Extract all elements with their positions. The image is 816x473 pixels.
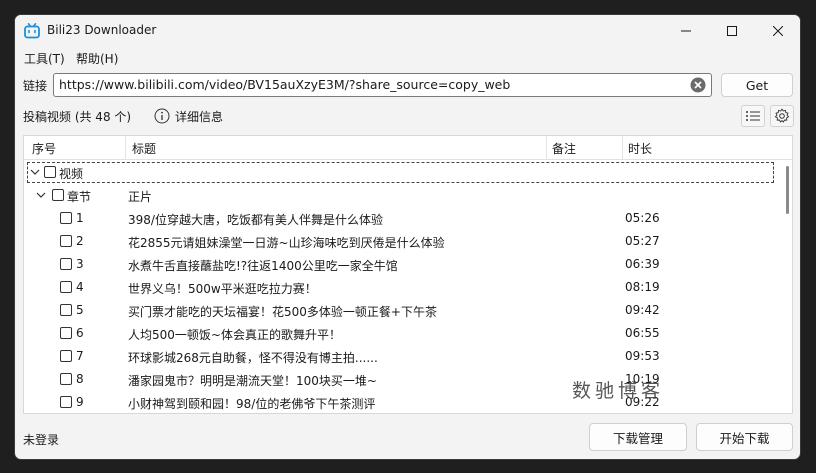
checkbox[interactable] [60,281,72,293]
row-duration: 09:42 [625,303,660,317]
row-index: 9 [76,395,84,409]
clear-icon[interactable] [690,77,706,93]
row-index: 5 [76,303,84,317]
settings-button[interactable] [770,105,794,127]
detail-info-link[interactable]: 详细信息 [175,108,223,125]
maximize-icon [727,26,737,36]
menu-bar: 工具(T) 帮助(H) [15,47,800,69]
checkbox[interactable] [60,350,72,362]
table-row[interactable]: 2 花2855元请姐妹澡堂一日游~山珍海味吃到厌倦是什么体验 05:27 [24,230,779,253]
url-label: 链接 [23,79,48,93]
row-index: 6 [76,326,84,340]
url-row: 链接 https://www.bilibili.com/video/BV15au… [15,71,800,99]
row-title: 世界义乌！500w平米逛吃拉力赛！ [128,282,317,296]
header-index[interactable]: 序号 [32,140,56,157]
tree-root-row[interactable]: 视频 [24,161,779,184]
row-duration: 05:26 [625,211,660,225]
column-divider[interactable] [125,136,126,159]
row-duration: 06:39 [625,257,660,271]
chevron-down-icon[interactable] [30,167,40,177]
row-index: 8 [76,372,84,386]
chevron-down-icon[interactable] [36,190,46,200]
checkbox[interactable] [60,258,72,270]
maximize-button[interactable] [709,15,755,47]
app-window: Bili23 Downloader 工具(T) 帮助(H) 链接 https:/… [14,14,801,460]
close-icon [773,26,783,36]
row-index: 3 [76,257,84,271]
table-row[interactable]: 3 水煮牛舌直接蘸盐吃!?往返1400公里吃一家全牛馆 06:39 [24,253,779,276]
row-duration: 05:27 [625,234,660,248]
row-title: 人均500一顿饭~体会真正的歌舞升平！ [128,328,341,342]
menu-tools[interactable]: 工具(T) [24,50,65,67]
table-row[interactable]: 9 小财神驾到颐和园！98/位的老佛爷下午茶测评 09:22 [24,391,779,413]
video-count-text: 投稿视频 (共 48 个) [23,110,132,124]
row-index: 4 [76,280,84,294]
checkbox[interactable] [44,166,56,178]
info-icon[interactable] [154,108,170,124]
table-row[interactable]: 8 潘家园鬼市？明明是潮流天堂！100块买一堆~ 10:19 [24,368,779,391]
header-title[interactable]: 标题 [132,140,156,157]
list-icon [746,111,760,121]
url-input[interactable]: https://www.bilibili.com/video/BV15auXzy… [53,73,712,97]
table-row[interactable]: 4 世界义乌！500w平米逛吃拉力赛！ 08:19 [24,276,779,299]
tree-chapter-title: 正片 [128,190,153,204]
row-duration: 08:19 [625,280,660,294]
table-row[interactable]: 5 买门票才能吃的天坛福宴！花500多体验一顿正餐+下午茶 09:42 [24,299,779,322]
tree-root-label: 视频 [59,167,84,181]
focus-rectangle [27,162,774,183]
row-duration: 09:53 [625,349,660,363]
start-download-button[interactable]: 开始下载 [696,423,793,451]
checkbox[interactable] [52,189,64,201]
login-status: 未登录 [23,433,60,447]
close-button[interactable] [755,15,800,47]
checkbox[interactable] [60,373,72,385]
row-title: 花2855元请姐妹澡堂一日游~山珍海味吃到厌倦是什么体验 [128,236,445,250]
watermark: 数驰博客 [572,380,665,402]
tree-chapter-row[interactable]: 章节 正片 [24,184,779,207]
column-divider[interactable] [546,136,547,159]
header-duration[interactable]: 时长 [628,140,652,157]
url-input-value: https://www.bilibili.com/video/BV15auXzy… [59,77,511,92]
checkbox[interactable] [60,327,72,339]
row-title: 398/位穿越大唐，吃饭都有美人伴舞是什么体验 [128,213,383,227]
row-title: 环球影城268元自助餐，怪不得没有博主拍...... [128,351,378,365]
list-view-button[interactable] [741,105,765,127]
row-index: 1 [76,211,84,225]
table-header: 序号 标题 备注 时长 [24,136,792,160]
checkbox[interactable] [60,304,72,316]
checkbox[interactable] [60,212,72,224]
row-title: 买门票才能吃的天坛福宴！花500多体验一顿正餐+下午茶 [128,305,437,319]
info-row: 投稿视频 (共 48 个) 详细信息 [15,103,800,129]
tree-chapter-label: 章节 [67,190,92,204]
scrollbar-thumb[interactable] [786,166,789,214]
download-manager-button[interactable]: 下载管理 [589,423,687,451]
row-title: 潘家园鬼市？明明是潮流天堂！100块买一堆~ [128,374,377,388]
bilibili-tv-icon [24,23,40,39]
row-title: 小财神驾到颐和园！98/位的老佛爷下午茶测评 [128,397,376,411]
row-index: 7 [76,349,84,363]
video-list-table[interactable]: 序号 标题 备注 时长 视频 章节 正片 1 398/位穿越大唐，吃饭都有美人伴舞… [23,135,793,414]
checkbox[interactable] [60,235,72,247]
table-row[interactable]: 6 人均500一顿饭~体会真正的歌舞升平！ 06:55 [24,322,779,345]
row-title: 水煮牛舌直接蘸盐吃!?往返1400公里吃一家全牛馆 [128,259,398,273]
minimize-button[interactable] [663,15,709,47]
row-index: 2 [76,234,84,248]
status-bar: 未登录 下载管理 开始下载 [15,417,800,459]
column-divider[interactable] [622,136,623,159]
minimize-icon [681,30,691,32]
menu-help[interactable]: 帮助(H) [76,50,118,67]
table-row[interactable]: 7 环球影城268元自助餐，怪不得没有博主拍...... 09:53 [24,345,779,368]
header-note[interactable]: 备注 [552,140,576,157]
gear-icon [774,108,790,123]
window-title: Bili23 Downloader [47,23,157,37]
checkbox[interactable] [60,396,72,408]
title-bar: Bili23 Downloader [15,15,800,47]
row-duration: 06:55 [625,326,660,340]
table-row[interactable]: 1 398/位穿越大唐，吃饭都有美人伴舞是什么体验 05:26 [24,207,779,230]
get-button[interactable]: Get [721,73,793,97]
